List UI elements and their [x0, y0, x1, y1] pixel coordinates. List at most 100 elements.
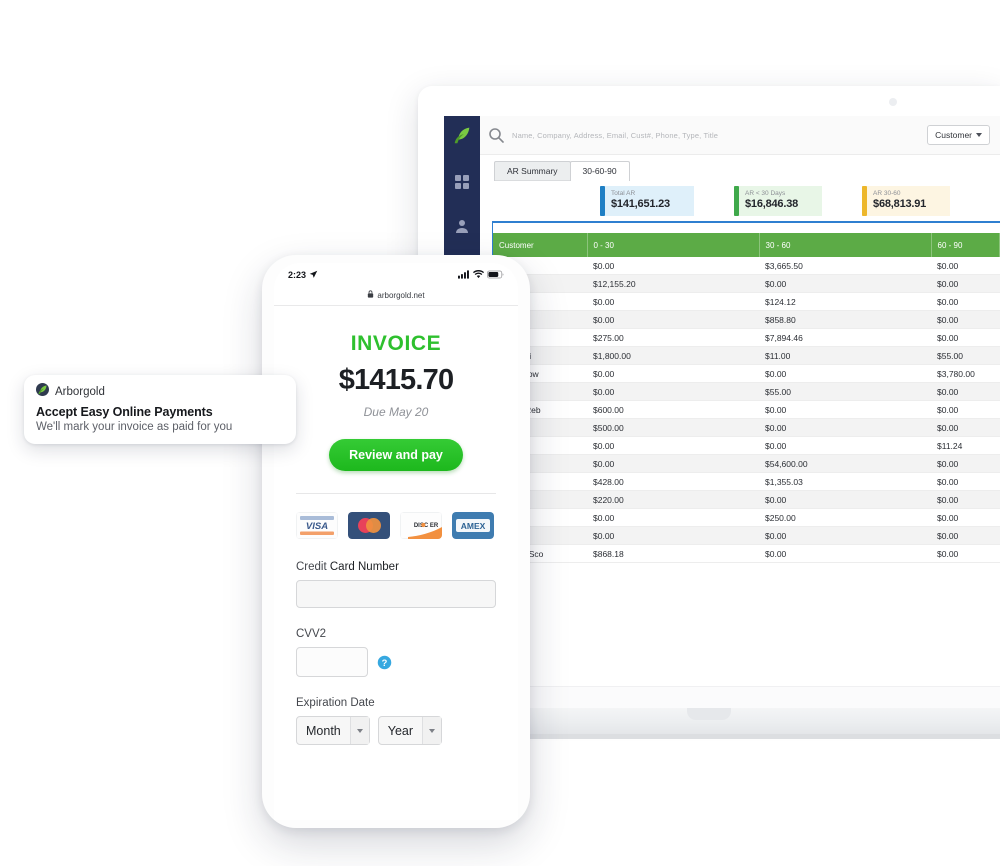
ar-aging-table: Customer 0 - 30 30 - 60 60 - 90 ith ac$0… [493, 233, 1000, 563]
amount-60-90-cell: $0.00 [931, 508, 1000, 527]
battery-icon [487, 270, 504, 281]
arborgold-leaf-logo-icon [36, 383, 49, 401]
amount-60-90-cell: $11.24 [931, 436, 1000, 455]
amount-0-30-cell: $868.18 [587, 544, 759, 563]
table-row[interactable]: $12,155.20 $0.00 $0.00 [493, 274, 1000, 293]
cellular-signal-icon [458, 269, 470, 281]
review-and-pay-button[interactable]: Review and pay [329, 439, 463, 471]
kpi-label: AR < 30 Days [744, 190, 786, 198]
expiration-month-value: Month [306, 723, 341, 738]
table-row[interactable]: shnan$428.00$1,355.03$0.00 [493, 472, 1000, 491]
sidebar-item-customers[interactable] [454, 218, 470, 234]
table-row[interactable]: iller$220.00$0.00$0.00 [493, 490, 1000, 509]
cvv2-label: CVV2 [296, 628, 327, 640]
invoice-due-date: Due May 20 [363, 405, 429, 419]
section-divider [296, 493, 496, 494]
phone-mockup: 2:23 arborgold.net INVOICE $1415.70 Due … [262, 255, 530, 828]
search-input[interactable]: Name, Company, Address, Email, Cust#, Ph… [512, 131, 919, 140]
kpi-card: AR 30-60 $68,813.91 [862, 186, 951, 216]
table-row[interactable]: Ahmed$275.00$7,894.46$0.00 [493, 328, 1000, 347]
table-row[interactable]: Alma$0.00$0.00$0.00 [493, 526, 1000, 545]
expiration-year-select[interactable]: Year [377, 716, 443, 745]
amount-30-60-cell: $858.80 [759, 310, 931, 329]
expiration-year-value: Year [387, 723, 414, 738]
amount-30-60-cell: $0.00 [759, 418, 931, 437]
table-row[interactable]: Ruj$0.00$250.00$0.00 [493, 508, 1000, 527]
kpi-value: $16,846.38 [744, 198, 799, 211]
amount-60-90-cell: $0.00 [931, 472, 1000, 491]
tab-30-60-90[interactable]: 30-60-90 [569, 161, 630, 181]
amount-60-90-cell: $0.00 [931, 400, 1000, 419]
app-topbar: Name, Company, Address, Email, Cust#, Ph… [480, 116, 1000, 155]
amount-60-90-cell: $0.00 [931, 490, 1000, 509]
amount-0-30-cell: $500.00 [587, 418, 759, 437]
amount-0-30-cell: $428.00 [587, 472, 759, 491]
amount-0-30-cell: $12,155.20 [587, 274, 759, 293]
amount-0-30-cell: $0.00 [587, 436, 759, 455]
visa-card-logo-icon: VISA [296, 512, 338, 539]
expiration-month-select[interactable]: Month [296, 716, 370, 745]
amount-0-30-cell: $0.00 [587, 292, 759, 311]
kpi-label: AR 30-60 [873, 190, 901, 198]
grid-toolbar-spacer [493, 223, 1000, 233]
wifi-icon [473, 269, 484, 281]
kpi-label: Total AR [611, 190, 636, 198]
cvv2-row: ? [296, 647, 496, 677]
sidebar-item-dashboard[interactable] [454, 174, 470, 190]
mastercard-card-logo-icon [348, 512, 390, 539]
kpi-text: Total AR $141,651.23 [605, 186, 678, 216]
column-header-0-30[interactable]: 0 - 30 [587, 233, 760, 257]
amount-60-90-cell: $0.00 [931, 382, 1000, 401]
search-icon[interactable] [488, 127, 504, 143]
kpi-value: $68,813.91 [873, 198, 927, 211]
amount-30-60-cell: $1,355.03 [759, 472, 931, 491]
cvv2-input[interactable] [296, 647, 368, 677]
browser-url-text: arborgold.net [377, 290, 425, 300]
amount-60-90-cell: $0.00 [931, 526, 1000, 545]
notification-title: Accept Easy Online Payments [36, 405, 213, 419]
column-header-customer[interactable]: Customer [493, 233, 588, 257]
amount-60-90-cell: $0.00 [931, 257, 1000, 275]
amount-0-30-cell: $0.00 [587, 310, 759, 329]
svg-text:AMEX: AMEX [461, 521, 486, 531]
svg-text:VISA: VISA [306, 521, 328, 532]
column-header-60-90[interactable]: 60 - 90 [931, 233, 1000, 257]
table-row[interactable]: ileen Brow$0.00$0.00$3,780.00 [493, 364, 1000, 383]
amount-30-60-cell: $7,894.46 [759, 328, 931, 347]
table-row[interactable]: ranger$0.00$0.00$11.24 [493, 436, 1000, 455]
amount-30-60-cell: $55.00 [759, 382, 931, 401]
table-row[interactable]: re Shruti$1,800.00$11.00$55.00 [493, 346, 1000, 365]
invoice-amount: $1415.70 [338, 364, 454, 396]
amount-0-30-cell: $0.00 [587, 454, 759, 473]
credit-card-number-label: Credit Card Number [296, 561, 496, 573]
table-row[interactable]: ith ac$0.00$3,665.50$0.00 [493, 257, 1000, 275]
amount-0-30-cell: $0.00 [587, 382, 759, 401]
customer-filter-dropdown[interactable]: Customer [927, 125, 990, 145]
table-row[interactable]: Group Reb$600.00$0.00$0.00 [493, 400, 1000, 419]
amount-60-90-cell: $0.00 [931, 544, 1000, 563]
notification-header: Arborgold [36, 383, 284, 401]
notification-app-name: Arborgold [55, 386, 105, 398]
help-question-icon[interactable]: ? [377, 655, 392, 670]
push-notification[interactable]: Arborgold Accept Easy Online Payments We… [24, 375, 296, 444]
table-row[interactable]: Goldie$0.00$858.80$0.00 [493, 310, 1000, 329]
customer-filter-label: Customer [935, 130, 972, 140]
amount-60-90-cell: $0.00 [931, 292, 1000, 311]
table-row[interactable]: e$500.00$0.00$0.00 [493, 418, 1000, 437]
amount-30-60-cell: $124.12 [759, 292, 931, 311]
tab-ar-summary[interactable]: AR Summary [494, 161, 571, 181]
column-header-30-60[interactable]: 30 - 60 [759, 233, 932, 257]
report-tabs: AR Summary 30-60-90 [480, 155, 1000, 181]
table-row[interactable]: dams$0.00$124.12$0.00 [493, 292, 1000, 311]
amount-30-60-cell: $0.00 [759, 400, 931, 419]
table-row[interactable]: Alessia Sco$868.18$0.00$0.00 [493, 544, 1000, 563]
location-arrow-icon [309, 270, 318, 281]
kpi-text: AR < 30 Days $16,846.38 [739, 186, 806, 216]
credit-card-number-input[interactable] [296, 580, 496, 608]
browser-url-bar[interactable]: arborgold.net [274, 285, 518, 305]
table-row[interactable]: Aeris$0.00$54,600.00$0.00 [493, 454, 1000, 473]
table-row[interactable]: handra$0.00$55.00$0.00 [493, 382, 1000, 401]
credit-card-number-label-main: Card Number [329, 561, 399, 573]
status-time: 2:23 [288, 270, 307, 280]
svg-text:DISC: DISC [414, 523, 429, 529]
